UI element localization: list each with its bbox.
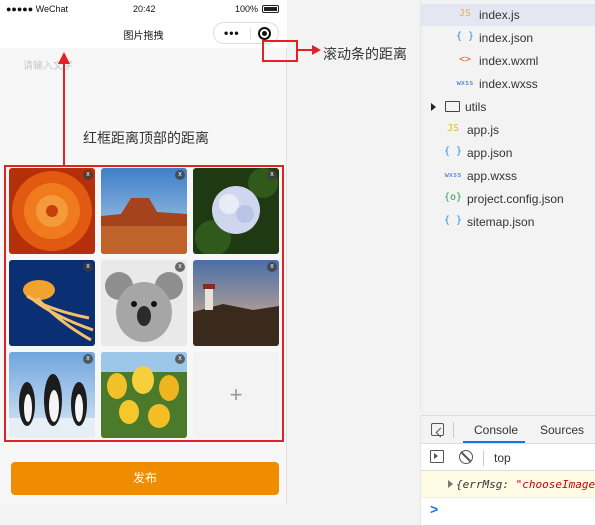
log-key: {errMsg: [456, 478, 516, 491]
tab-console[interactable]: Console [474, 423, 518, 437]
file-type-icon: JS [446, 123, 460, 134]
file-tree-item[interactable]: wxss index.wxss [421, 73, 595, 95]
scroll-distance-label: 滚动条的距离 [323, 46, 407, 62]
file-tree-item[interactable]: wxss app.wxss [421, 165, 595, 187]
devtools-tabbar: Console Sources [421, 416, 595, 444]
publish-button[interactable]: 发布 [11, 462, 279, 495]
file-tree-item[interactable]: utils [421, 96, 595, 118]
file-name: app.js [467, 123, 500, 137]
file-name: utils [465, 100, 487, 114]
file-tree-item[interactable]: JS app.js [421, 119, 595, 141]
log-value: "chooseImage [515, 478, 595, 491]
clear-console-icon[interactable] [459, 450, 473, 464]
file-name: app.wxss [467, 169, 518, 183]
file-name: index.json [479, 31, 534, 45]
show-sidebar-icon[interactable] [430, 450, 444, 463]
file-type-icon: <> [458, 54, 472, 65]
file-type-icon: wxss [456, 79, 474, 87]
file-type-icon: JS [458, 8, 472, 19]
file-type-icon: wxss [444, 171, 462, 179]
file-tree-item[interactable]: JS index.js [421, 4, 595, 26]
context-selector[interactable]: top [494, 451, 511, 465]
toolbar-divider [483, 450, 484, 466]
file-name: app.json [467, 146, 513, 160]
file-name: index.wxss [479, 77, 538, 91]
log-message: {errMsg: "chooseImage [456, 478, 595, 491]
console-toolbar: top [421, 444, 595, 471]
toolbar-divider [453, 422, 454, 438]
file-type-icon: { } [443, 146, 463, 157]
file-tree-item[interactable]: { } index.json [421, 27, 595, 49]
expand-triangle-icon[interactable] [448, 480, 453, 488]
grid-highlight-box [4, 165, 284, 442]
file-type-icon: { } [443, 215, 463, 226]
file-name: sitemap.json [467, 215, 535, 229]
tab-sources[interactable]: Sources [540, 423, 584, 437]
file-name: index.js [479, 8, 520, 22]
inspect-element-icon[interactable] [431, 423, 444, 436]
file-name: index.wxml [479, 54, 539, 68]
file-tree-item[interactable]: {o} project.config.json [421, 188, 595, 210]
file-name: project.config.json [467, 192, 564, 206]
file-type-icon: {o} [443, 192, 463, 203]
expand-arrow-icon[interactable] [431, 103, 436, 111]
file-tree-item[interactable]: <> index.wxml [421, 50, 595, 72]
console-prompt[interactable]: > [430, 501, 438, 517]
grid-distance-label: 红框距离顶部的距离 [83, 130, 209, 146]
screen: ●●●●● WeChat 20:42 100% 图片拖拽 ••• 请输入文字 x… [0, 0, 595, 525]
file-type-icon: { } [455, 31, 475, 42]
active-tab-indicator [463, 441, 525, 443]
folder-icon [445, 101, 460, 112]
console-log-entry[interactable]: {errMsg: "chooseImage [421, 471, 595, 498]
annotation-arrows [58, 45, 321, 165]
file-tree: JS index.js{ } index.json <> index.wxml wxss i… [420, 0, 595, 410]
devtools-panel: Console Sources top {errMsg: "chooseImag… [420, 415, 595, 525]
file-tree-item[interactable]: { } app.json [421, 142, 595, 164]
file-tree-item[interactable]: { } sitemap.json [421, 211, 595, 233]
